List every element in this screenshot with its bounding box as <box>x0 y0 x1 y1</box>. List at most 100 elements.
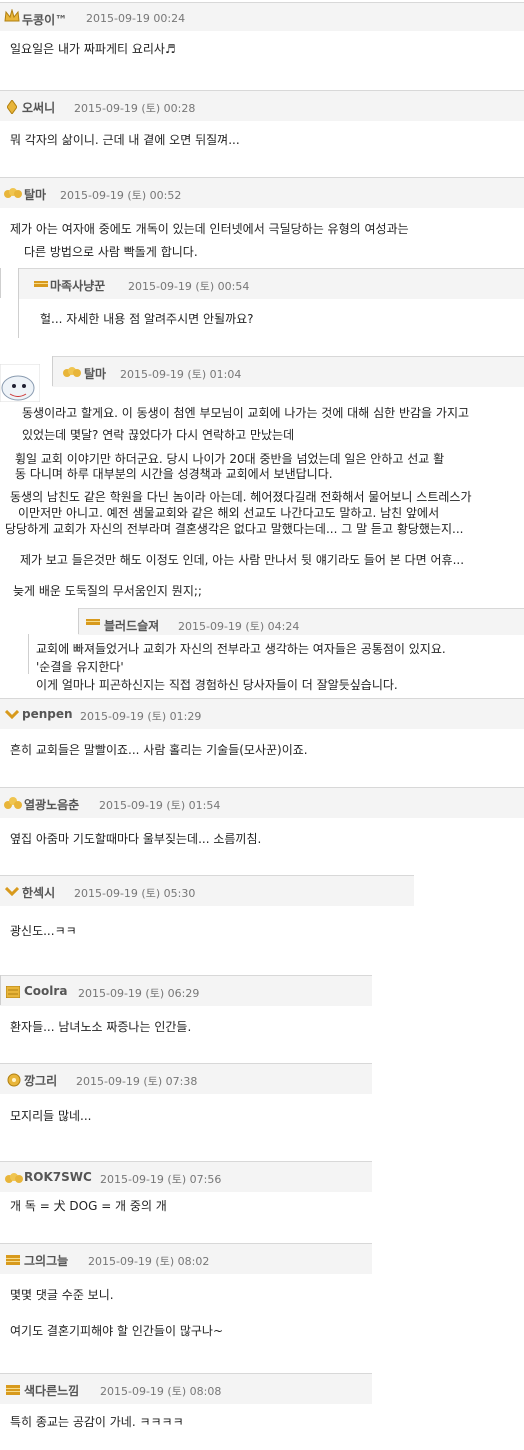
comment-author[interactable]: 오써니 <box>22 99 55 116</box>
comment: penpen 2015-09-19 (토) 01:29 흔히 교회들은 말빨이죠… <box>0 698 524 787</box>
reply-indent-line <box>78 608 79 634</box>
comment-header: ROK7SWC 2015-09-19 (토) 07:56 <box>0 1161 372 1192</box>
cartoon-avatar-icon <box>0 364 40 402</box>
comment-author[interactable]: 블러드슬져 <box>104 617 159 634</box>
comment-author[interactable]: 마족사냥꾼 <box>50 277 105 294</box>
comment-text: 헐... 자세한 내용 점 알려주시면 안될까요? <box>40 312 254 326</box>
comment-text: 교회에 빠져들었거나 교회가 자신의 전부라고 생각하는 여자들은 공통점이 있… <box>36 642 446 656</box>
comment-author[interactable]: 한섹시 <box>22 884 55 901</box>
comment-text: 개 독 = 犬 DOG = 개 중의 개 <box>10 1199 167 1213</box>
stripe-level-icon <box>6 1385 20 1395</box>
reply-comment: 탈마 2015-09-19 (토) 01:04 동생이라고 할게요. 이 동생이… <box>0 356 524 608</box>
crown-level-icon <box>4 9 20 22</box>
comment-text: 다른 방법으로 사람 빡돌게 합니다. <box>24 245 198 259</box>
chevron-level-icon <box>5 887 19 896</box>
comment-header: 탈마 2015-09-19 (토) 01:04 <box>52 356 524 387</box>
crown-level-icon <box>7 1073 21 1087</box>
comment-header: 마족사냥꾼 2015-09-19 (토) 00:54 <box>18 268 524 299</box>
comment-text: 흔히 교회들은 말빨이죠... 사람 홀리는 기술들(모사꾼)이죠. <box>10 743 308 757</box>
reply-indent-line <box>28 634 29 674</box>
comment-author[interactable]: ROK7SWC <box>24 1170 92 1184</box>
comment-text: 모지리들 많네... <box>10 1109 92 1123</box>
comment: 두콩이™ 2015-09-19 00:24 일요일은 내가 짜파게티 요리사♬ <box>0 0 524 90</box>
reply-indent-line <box>0 268 1 298</box>
comment-author[interactable]: 그의그늘 <box>24 1252 68 1269</box>
comment-text: 옆집 아줌마 기도할때마다 울부짖는데... 소름끼침. <box>10 832 262 846</box>
comment-header: 열광노음춘 2015-09-19 (토) 01:54 <box>0 787 524 818</box>
comment-header: 두콩이™ 2015-09-19 00:24 <box>0 2 524 31</box>
comment-header: 색다른느낌 2015-09-19 (토) 08:08 <box>0 1373 372 1404</box>
comment-text: 특히 종교는 공감이 가네. ㅋㅋㅋㅋ <box>10 1415 184 1429</box>
crown-level-icon <box>63 367 81 377</box>
stripe-level-icon <box>6 1255 20 1265</box>
comment-date: 2015-09-19 (토) 05:30 <box>74 887 196 900</box>
comment-text: 있었는데 몇달? 연락 끊었다가 다시 연락하고 만났는데 <box>22 428 295 442</box>
comment-author[interactable]: 탈마 <box>24 186 46 203</box>
crown-level-icon <box>5 1173 23 1183</box>
comment-text: 일요일은 내가 짜파게티 요리사♬ <box>10 42 176 56</box>
comment: 색다른느낌 2015-09-19 (토) 08:08 특히 종교는 공감이 가네… <box>0 1373 524 1450</box>
stripe-level-icon <box>86 619 100 625</box>
comment-text: '순결을 유지한다' <box>36 660 124 674</box>
comment: 한섹시 2015-09-19 (토) 05:30 광신도...ㅋㅋ <box>0 875 524 975</box>
comment-author[interactable]: 색다른느낌 <box>24 1382 79 1399</box>
diamond-level-icon <box>7 100 17 114</box>
comment: 오써니 2015-09-19 (토) 00:28 뭐 각자의 삶이니. 근데 내… <box>0 90 524 177</box>
comment-date: 2015-09-19 (토) 04:24 <box>178 620 300 633</box>
comment-author[interactable]: 열광노음춘 <box>24 796 79 813</box>
comment-author[interactable]: penpen <box>22 707 73 721</box>
comment-text: 늦게 배운 도둑질의 무서움인지 뭔지;; <box>13 584 202 598</box>
comment-text: 제가 아는 여자애 중에도 개독이 있는데 인터넷에서 극딜당하는 유형의 여성… <box>10 222 409 236</box>
stripe-level-icon <box>34 281 48 287</box>
comment-date: 2015-09-19 (토) 00:52 <box>60 189 182 202</box>
comment-date: 2015-09-19 (토) 07:38 <box>76 1075 198 1088</box>
comment-date: 2015-09-19 00:24 <box>86 12 186 25</box>
comment: 깡그리 2015-09-19 (토) 07:38 모지리들 많네... <box>0 1063 524 1161</box>
comment-text: 광신도...ㅋㅋ <box>10 924 77 938</box>
comment-date: 2015-09-19 (토) 01:04 <box>120 368 242 381</box>
reply-indent-line <box>0 975 1 1005</box>
comment-date: 2015-09-19 (토) 01:54 <box>99 799 221 812</box>
comment-header: 블러드슬져 2015-09-19 (토) 04:24 <box>78 608 524 635</box>
comment-text: 몇몇 댓글 수준 보니. <box>10 1288 114 1302</box>
comment-text: 뭐 각자의 삶이니. 근데 내 곁에 오면 뒤질껴... <box>10 133 240 147</box>
reply-comment: 블러드슬져 2015-09-19 (토) 04:24 교회에 빠져들었거나 교회… <box>0 608 524 698</box>
comment-header: 탈마 2015-09-19 (토) 00:52 <box>0 177 524 208</box>
comment-header: 한섹시 2015-09-19 (토) 05:30 <box>0 875 414 906</box>
comment-text: 동 다니며 하루 대부분의 시간을 성경책과 교회에서 보낸답니다. <box>15 467 333 481</box>
comment-date: 2015-09-19 (토) 06:29 <box>78 987 200 1000</box>
comment-header: 오써니 2015-09-19 (토) 00:28 <box>0 90 524 121</box>
crown-level-icon <box>4 188 22 198</box>
comment-text: 이게 얼마나 피곤하신지는 직접 경험하신 당사자들이 더 잘알듯싶습니다. <box>36 678 398 692</box>
comment: 열광노음춘 2015-09-19 (토) 01:54 옆집 아줌마 기도할때마다… <box>0 787 524 875</box>
comment-text: 당당하게 교회가 자신의 전부라며 결혼생각은 없다고 말했다는데... 그 말… <box>5 522 464 536</box>
chevron-level-icon <box>5 710 19 719</box>
comment-text: 여기도 결혼기피해야 할 인간들이 많구나~ <box>10 1324 223 1338</box>
comment-date: 2015-09-19 (토) 01:29 <box>80 710 202 723</box>
comment-text: 환자들... 남녀노소 짜증나는 인간들. <box>10 1020 192 1034</box>
comment: Coolra 2015-09-19 (토) 06:29 환자들... 남녀노소 … <box>0 975 524 1063</box>
comment: 그의그늘 2015-09-19 (토) 08:02 몇몇 댓글 수준 보니. 여… <box>0 1243 524 1373</box>
comment-header: Coolra 2015-09-19 (토) 06:29 <box>0 975 372 1006</box>
comment-header: 그의그늘 2015-09-19 (토) 08:02 <box>0 1243 372 1274</box>
book-level-icon <box>6 986 20 998</box>
crown-level-icon <box>4 797 22 809</box>
comment-text: 제가 보고 들은것만 해도 이정도 인데, 아는 사람 만나서 뒷 얘기라도 들… <box>20 553 465 567</box>
reply-indent-line <box>52 356 53 386</box>
comment-date: 2015-09-19 (토) 00:54 <box>128 280 250 293</box>
reply-comment: 마족사냥꾼 2015-09-19 (토) 00:54 헐... 자세한 내용 점… <box>0 268 524 356</box>
comment: 탈마 2015-09-19 (토) 00:52 제가 아는 여자애 중에도 개독… <box>0 177 524 268</box>
comment-date: 2015-09-19 (토) 08:02 <box>88 1255 210 1268</box>
comment-header: penpen 2015-09-19 (토) 01:29 <box>0 698 524 729</box>
comment-text: 이만저만 아니고. 예전 샘물교회와 같은 해외 선교도 나간다고도 말하고. … <box>18 506 440 520</box>
comment-author[interactable]: 두콩이™ <box>22 11 67 28</box>
comment-date: 2015-09-19 (토) 08:08 <box>100 1385 222 1398</box>
comment-author[interactable]: Coolra <box>24 984 67 998</box>
comment-author[interactable]: 탈마 <box>84 365 106 382</box>
reply-indent-line <box>18 268 19 338</box>
comment-text: 동생이라고 할게요. 이 동생이 첨엔 부모님이 교회에 나가는 것에 대해 심… <box>22 406 470 420</box>
comment-author[interactable]: 깡그리 <box>24 1072 57 1089</box>
comment-date: 2015-09-19 (토) 00:28 <box>74 102 196 115</box>
comment-header: 깡그리 2015-09-19 (토) 07:38 <box>0 1063 372 1094</box>
comment: ROK7SWC 2015-09-19 (토) 07:56 개 독 = 犬 DOG… <box>0 1161 524 1243</box>
